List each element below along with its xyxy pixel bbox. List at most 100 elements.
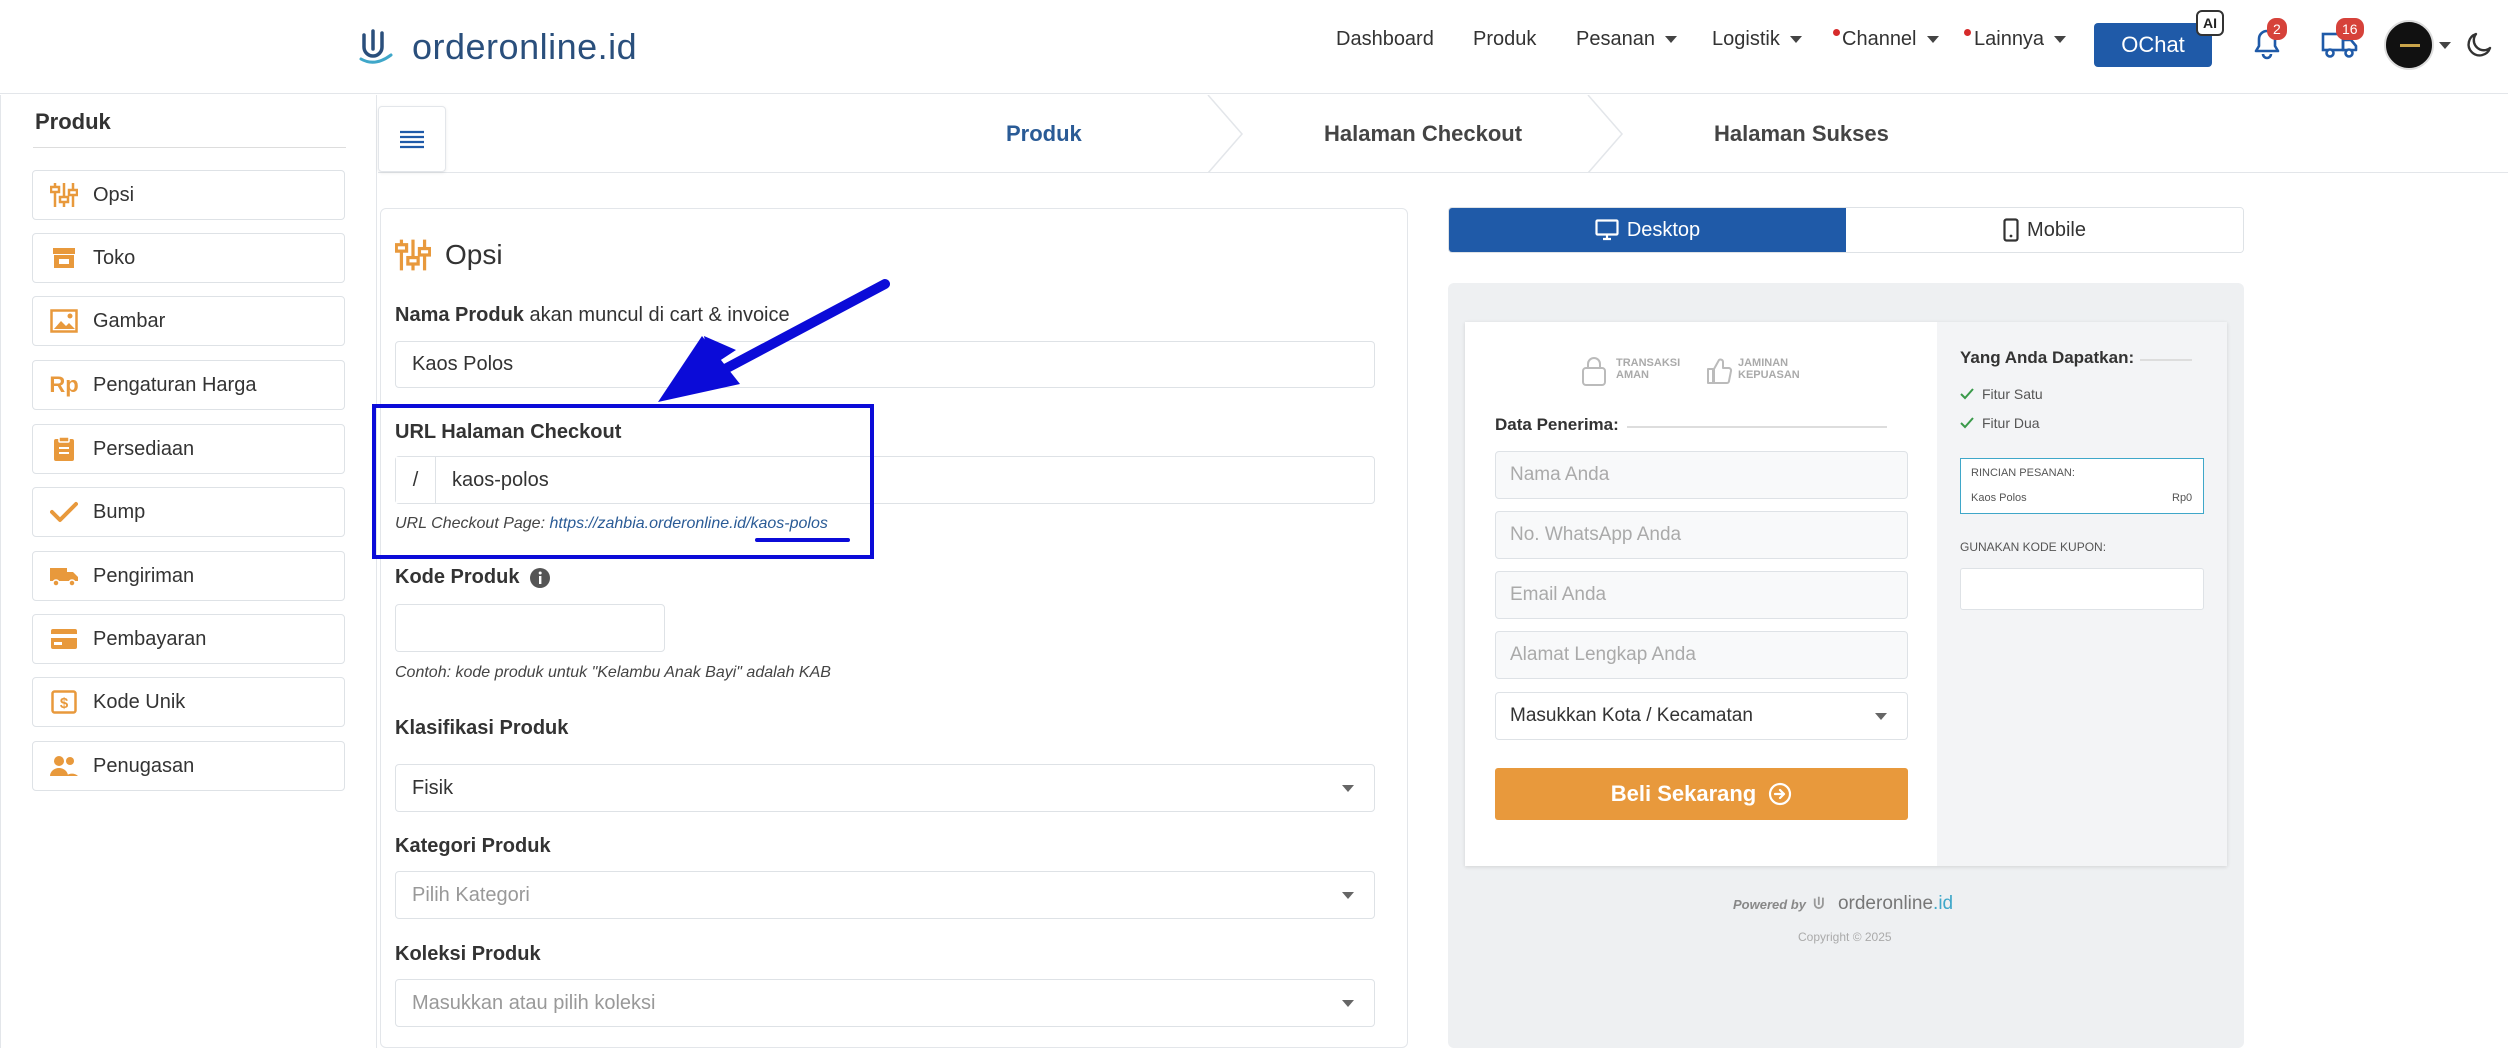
avatar-chevron-down-icon[interactable] xyxy=(2439,42,2451,49)
kupon-input[interactable] xyxy=(1960,568,2204,610)
nav-produk[interactable]: Produk xyxy=(1473,28,1536,51)
sidebar-item-toko[interactable]: Toko xyxy=(32,233,345,283)
klasifikasi-produk-select[interactable]: Fisik xyxy=(395,764,1375,812)
dark-mode-toggle[interactable] xyxy=(2466,30,2494,63)
trust-badge-satisfaction: JAMINAN KEPUASAN xyxy=(1738,357,1800,381)
heading-divider xyxy=(2140,359,2192,361)
sidebar-item-label: Penugasan xyxy=(93,754,195,777)
sidebar-item-label: Bump xyxy=(93,500,146,523)
nav-logistik[interactable]: Logistik xyxy=(1712,28,1802,51)
user-avatar[interactable] xyxy=(2384,20,2434,70)
sidebar-item-kode-unik[interactable]: $ Kode Unik xyxy=(32,677,345,727)
sidebar-item-pengiriman[interactable]: Pengiriman xyxy=(32,551,345,601)
sidebar-item-label: Kode Unik xyxy=(93,690,186,713)
sidebar-item-opsi[interactable]: Opsi xyxy=(32,170,345,220)
sidebar-item-pengaturan-harga[interactable]: Rp Pengaturan Harga xyxy=(32,360,345,410)
step-produk[interactable]: Produk xyxy=(1006,121,1082,147)
preview-alamat-input[interactable]: Alamat Lengkap Anda xyxy=(1495,631,1908,679)
rincian-item-price: Rp0 xyxy=(2172,492,2193,504)
beli-sekarang-button[interactable]: Beli Sekarang xyxy=(1495,768,1908,820)
sidebar-item-persediaan[interactable]: Persediaan xyxy=(32,424,345,474)
fitur-dua: Fitur Dua xyxy=(1982,415,2040,431)
sidebar-item-penugasan[interactable]: Penugasan xyxy=(32,741,345,791)
card-title: Opsi xyxy=(395,236,503,274)
kupon-label: GUNAKAN KODE KUPON: xyxy=(1960,540,2107,554)
klasifikasi-produk-label: Klasifikasi Produk xyxy=(395,717,569,739)
rincian-pesanan-label: RINCIAN PESANAN: xyxy=(1971,467,2075,479)
sidebar-item-pembayaran[interactable]: Pembayaran xyxy=(32,614,345,664)
sidebar-divider xyxy=(33,147,346,148)
arrow-circle-right-icon xyxy=(1769,782,1792,806)
kategori-produk-select[interactable]: Pilih Kategori xyxy=(395,871,1375,919)
chevron-down-icon xyxy=(1875,713,1887,720)
data-penerima-heading: Data Penerima: xyxy=(1495,415,1619,434)
nav-channel[interactable]: Channel xyxy=(1842,28,1939,51)
fitur-satu: Fitur Satu xyxy=(1982,386,2043,402)
check-icon xyxy=(1960,388,1974,400)
svg-text:$: $ xyxy=(60,695,69,712)
step-halaman-checkout[interactable]: Halaman Checkout xyxy=(1324,121,1522,147)
chevron-down-icon xyxy=(1342,785,1354,792)
step-separator xyxy=(1207,95,1243,173)
sliders-icon xyxy=(49,180,79,210)
sidebar-item-bump[interactable]: Bump xyxy=(32,487,345,537)
sidebar-item-gambar[interactable]: Gambar xyxy=(32,296,345,346)
sidebar-item-label: Pengaturan Harga xyxy=(93,373,257,396)
users-icon xyxy=(49,751,79,781)
menu-toggle-button[interactable] xyxy=(378,106,446,172)
heading-divider xyxy=(1627,426,1887,428)
sliders-icon xyxy=(395,239,431,271)
notification-count: 2 xyxy=(2267,18,2287,40)
sidebar-title: Produk xyxy=(35,109,111,134)
clipboard-icon xyxy=(49,434,79,464)
kode-produk-label: Kode Produk xyxy=(395,566,551,589)
chevron-down-icon xyxy=(1342,892,1354,899)
step-halaman-sukses[interactable]: Halaman Sukses xyxy=(1714,121,1889,147)
yang-anda-dapatkan-heading: Yang Anda Dapatkan: xyxy=(1960,348,2135,367)
powered-by-footer: Powered by orderonline .id xyxy=(1733,893,1954,914)
annotation-highlight-box xyxy=(372,404,874,559)
preview-device-tabs: Desktop Mobile xyxy=(1448,207,2244,253)
info-icon[interactable] xyxy=(529,567,551,589)
copyright: Copyright © 2025 xyxy=(1798,930,1892,944)
nav-dashboard[interactable]: Dashboard xyxy=(1336,28,1434,51)
rincian-item-name: Kaos Polos xyxy=(1971,492,2027,504)
lock-icon xyxy=(1582,357,1606,386)
chevron-down-icon xyxy=(1342,1000,1354,1007)
moon-icon xyxy=(2467,32,2492,57)
preview-nama-input[interactable]: Nama Anda xyxy=(1495,451,1908,499)
sidebar-item-label: Toko xyxy=(93,246,136,269)
shipping-count: 16 xyxy=(2336,18,2364,40)
thumbs-up-icon xyxy=(1707,358,1733,384)
sidebar-item-label: Pembayaran xyxy=(93,627,207,650)
top-navbar: orderonline.id Dashboard Produk Pesanan … xyxy=(0,0,2508,94)
preview-whatsapp-input[interactable]: No. WhatsApp Anda xyxy=(1495,511,1908,559)
step-separator xyxy=(1587,95,1623,173)
tab-mobile[interactable]: Mobile xyxy=(1846,208,2243,252)
sidebar-item-label: Gambar xyxy=(93,309,166,332)
tab-desktop[interactable]: Desktop xyxy=(1449,208,1846,252)
logo-icon xyxy=(359,29,393,64)
kode-produk-input[interactable] xyxy=(395,604,665,652)
annotation-arrow xyxy=(658,279,890,402)
preview-email-input[interactable]: Email Anda xyxy=(1495,571,1908,619)
ochat-button[interactable]: OChat xyxy=(2094,23,2212,67)
desktop-icon xyxy=(1595,219,1619,241)
nav-pesanan[interactable]: Pesanan xyxy=(1576,28,1677,51)
mobile-icon xyxy=(2003,218,2019,242)
brand-name: orderonline.id xyxy=(412,26,638,67)
check-icon xyxy=(1960,417,1974,429)
store-icon xyxy=(49,243,79,273)
rp-icon: Rp xyxy=(49,372,79,397)
menu-icon xyxy=(400,130,424,149)
koleksi-produk-select[interactable]: Masukkan atau pilih koleksi xyxy=(395,979,1375,1027)
annotation-underline xyxy=(755,538,850,542)
logo-icon xyxy=(1813,896,1824,909)
ai-badge: AI xyxy=(2196,10,2224,36)
truck-icon xyxy=(49,561,79,591)
brand-logo[interactable]: orderonline.id xyxy=(358,22,637,72)
preview-kota-select[interactable]: Masukkan Kota / Kecamatan xyxy=(1495,692,1908,740)
nav-lainnya[interactable]: Lainnya xyxy=(1974,28,2066,51)
dollar-box-icon: $ xyxy=(49,687,79,717)
sidebar-item-label: Persediaan xyxy=(93,437,195,460)
